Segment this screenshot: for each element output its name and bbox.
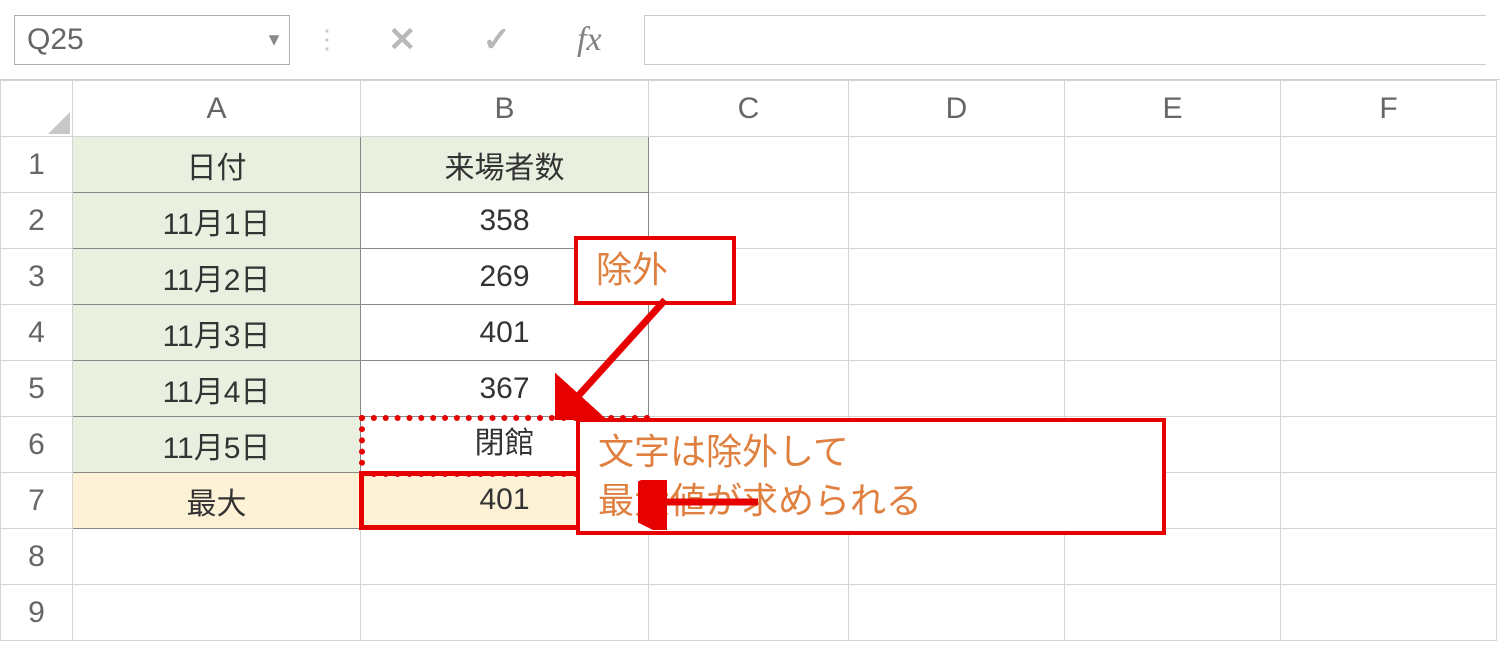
enter-icon[interactable]: ✓ bbox=[459, 20, 536, 60]
row-header-9[interactable]: 9 bbox=[1, 585, 73, 641]
separator-icon: ⋮ bbox=[308, 24, 346, 55]
cell-c8[interactable] bbox=[649, 529, 849, 585]
cell-d1[interactable] bbox=[849, 137, 1065, 193]
cell-b9[interactable] bbox=[361, 585, 649, 641]
cell-b6-value: 閉館 bbox=[361, 417, 648, 471]
col-header-e[interactable]: E bbox=[1065, 81, 1281, 137]
cell-f4[interactable] bbox=[1281, 305, 1497, 361]
chevron-down-icon[interactable]: ▼ bbox=[265, 29, 283, 50]
cell-f8[interactable] bbox=[1281, 529, 1497, 585]
cell-d4[interactable] bbox=[849, 305, 1065, 361]
cell-b8[interactable] bbox=[361, 529, 649, 585]
cell-f5[interactable] bbox=[1281, 361, 1497, 417]
cell-e9[interactable] bbox=[1065, 585, 1281, 641]
cell-e3[interactable] bbox=[1065, 249, 1281, 305]
cell-b7-value: 401 bbox=[361, 473, 648, 527]
cell-e2[interactable] bbox=[1065, 193, 1281, 249]
cell-a4[interactable]: 11月3日 bbox=[73, 305, 361, 361]
cell-c9[interactable] bbox=[649, 585, 849, 641]
col-header-a[interactable]: A bbox=[73, 81, 361, 137]
cell-e5[interactable] bbox=[1065, 361, 1281, 417]
col-header-d[interactable]: D bbox=[849, 81, 1065, 137]
cell-c4[interactable] bbox=[649, 305, 849, 361]
sheet-table: A B C D E F 1 日付 来場者数 2 11月1日 358 3 11月2… bbox=[0, 80, 1497, 641]
row-header-7[interactable]: 7 bbox=[1, 473, 73, 529]
cell-f7[interactable] bbox=[1281, 473, 1497, 529]
row-header-5[interactable]: 5 bbox=[1, 361, 73, 417]
select-all-corner[interactable] bbox=[1, 81, 73, 137]
cell-f6[interactable] bbox=[1281, 417, 1497, 473]
cell-b4[interactable]: 401 bbox=[361, 305, 649, 361]
cell-d3[interactable] bbox=[849, 249, 1065, 305]
cell-e1[interactable] bbox=[1065, 137, 1281, 193]
row-header-8[interactable]: 8 bbox=[1, 529, 73, 585]
row-header-4[interactable]: 4 bbox=[1, 305, 73, 361]
row-header-2[interactable]: 2 bbox=[1, 193, 73, 249]
cell-f1[interactable] bbox=[1281, 137, 1497, 193]
cell-d9[interactable] bbox=[849, 585, 1065, 641]
cell-a9[interactable] bbox=[73, 585, 361, 641]
fx-icon[interactable]: fx bbox=[553, 21, 626, 59]
formula-input[interactable] bbox=[644, 15, 1486, 65]
cell-a3[interactable]: 11月2日 bbox=[73, 249, 361, 305]
row-header-6[interactable]: 6 bbox=[1, 417, 73, 473]
col-header-c[interactable]: C bbox=[649, 81, 849, 137]
cell-b1[interactable]: 来場者数 bbox=[361, 137, 649, 193]
callout-explain: 文字は除外して 最大値が求められる bbox=[576, 418, 1166, 535]
cell-d5[interactable] bbox=[849, 361, 1065, 417]
cell-a5[interactable]: 11月4日 bbox=[73, 361, 361, 417]
cell-a1[interactable]: 日付 bbox=[73, 137, 361, 193]
name-box-value: Q25 bbox=[27, 23, 84, 57]
col-header-f[interactable]: F bbox=[1281, 81, 1497, 137]
cell-a8[interactable] bbox=[73, 529, 361, 585]
cell-d2[interactable] bbox=[849, 193, 1065, 249]
cell-b6[interactable]: 閉館 bbox=[361, 417, 649, 473]
row-header-3[interactable]: 3 bbox=[1, 249, 73, 305]
callout-exclude-text: 除外 bbox=[596, 249, 668, 290]
cell-e4[interactable] bbox=[1065, 305, 1281, 361]
formula-bar: Q25 ▼ ⋮ ✕ ✓ fx bbox=[0, 0, 1500, 80]
cell-a2[interactable]: 11月1日 bbox=[73, 193, 361, 249]
cell-d8[interactable] bbox=[849, 529, 1065, 585]
cell-c1[interactable] bbox=[649, 137, 849, 193]
cell-a6[interactable]: 11月5日 bbox=[73, 417, 361, 473]
callout-exclude: 除外 bbox=[574, 236, 736, 305]
cell-f2[interactable] bbox=[1281, 193, 1497, 249]
name-box[interactable]: Q25 ▼ bbox=[14, 15, 290, 65]
cell-b7[interactable]: 401 bbox=[361, 473, 649, 529]
cell-f3[interactable] bbox=[1281, 249, 1497, 305]
spreadsheet-grid: A B C D E F 1 日付 来場者数 2 11月1日 358 3 11月2… bbox=[0, 80, 1500, 641]
col-header-b[interactable]: B bbox=[361, 81, 649, 137]
cell-a7[interactable]: 最大 bbox=[73, 473, 361, 529]
cell-f9[interactable] bbox=[1281, 585, 1497, 641]
cell-e8[interactable] bbox=[1065, 529, 1281, 585]
cell-c5[interactable] bbox=[649, 361, 849, 417]
cancel-icon[interactable]: ✕ bbox=[364, 20, 441, 60]
row-header-1[interactable]: 1 bbox=[1, 137, 73, 193]
cell-b5[interactable]: 367 bbox=[361, 361, 649, 417]
